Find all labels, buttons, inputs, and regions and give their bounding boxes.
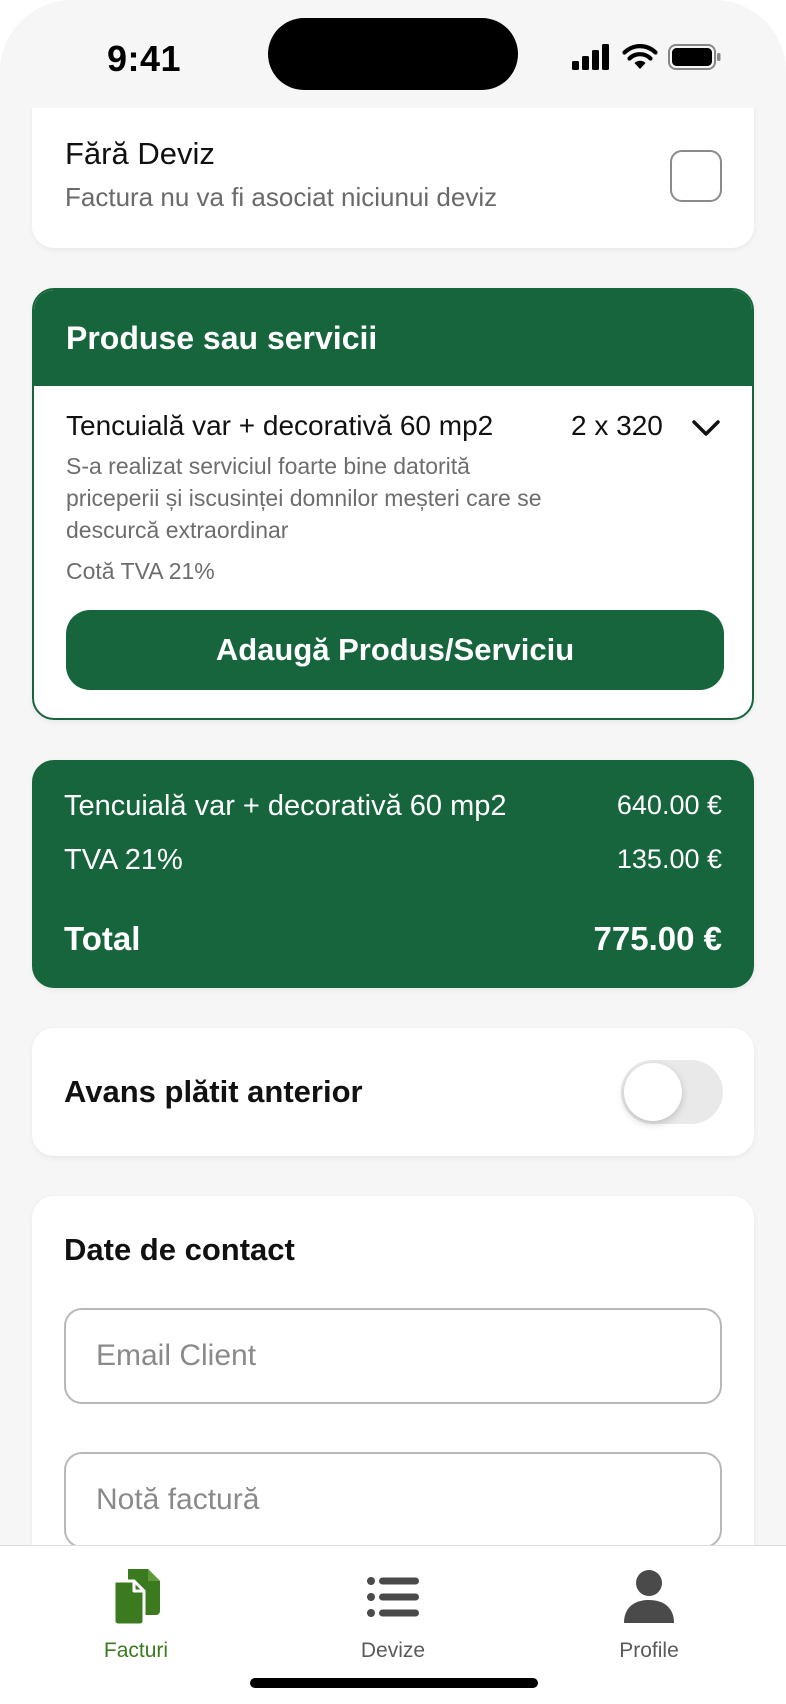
- invoice-note-field[interactable]: [64, 1452, 722, 1545]
- scroll-content[interactable]: Fără Deviz Factura nu va fi asociat nici…: [0, 0, 786, 1545]
- advance-toggle[interactable]: [621, 1060, 723, 1124]
- home-indicator: [250, 1678, 538, 1688]
- tab-devize[interactable]: Devize: [303, 1567, 483, 1663]
- summary-vat-label: TVA 21%: [64, 844, 183, 876]
- status-icons: [572, 44, 722, 70]
- tab-label-profile: Profile: [619, 1639, 679, 1662]
- no-estimate-title: Fără Deviz: [65, 136, 215, 171]
- cellular-signal-icon: [572, 44, 609, 70]
- battery-icon: [668, 44, 721, 70]
- summary-total-row: Total 775.00 €: [64, 920, 722, 958]
- product-item-name: Tencuială var + decorativă 60 mp2: [66, 410, 494, 441]
- email-client-field[interactable]: [64, 1308, 722, 1404]
- toggle-knob: [624, 1063, 682, 1121]
- summary-line-value: 640.00 €: [616, 790, 722, 820]
- summary-total-value: 775.00 €: [593, 920, 722, 957]
- no-estimate-card[interactable]: Fără Deviz Factura nu va fi asociat nici…: [32, 90, 754, 248]
- contact-title: Date de contact: [64, 1232, 295, 1267]
- phone-screen: Fără Deviz Factura nu va fi asociat nici…: [0, 0, 786, 1704]
- products-header: Produse sau servicii: [34, 290, 752, 386]
- advance-card: Avans plătit anterior: [32, 1028, 754, 1156]
- person-icon: [624, 1570, 674, 1623]
- dynamic-island: [268, 18, 518, 90]
- products-header-title: Produse sau servicii: [66, 320, 378, 356]
- summary-line-row: Tencuială var + decorativă 60 mp2 640.00…: [64, 790, 722, 823]
- tab-label-facturi: Facturi: [103, 1639, 169, 1662]
- summary-total-label: Total: [64, 920, 141, 957]
- status-time: 9:41: [107, 38, 182, 79]
- status-bar: 9:41: [0, 0, 786, 108]
- product-item-description: S-a realizat serviciul foarte bine dator…: [66, 453, 542, 543]
- tab-label-devize: Devize: [360, 1639, 426, 1662]
- summary-card: Tencuială var + decorativă 60 mp2 640.00…: [32, 760, 754, 988]
- products-card: Produse sau servicii Tencuială var + dec…: [32, 288, 754, 720]
- chevron-down-icon[interactable]: [689, 414, 723, 440]
- tab-facturi[interactable]: Facturi: [46, 1567, 226, 1663]
- product-item-vat: Cotă TVA 21%: [66, 558, 215, 584]
- summary-vat-value: 135.00 €: [616, 844, 722, 874]
- no-estimate-subtitle: Factura nu va fi asociat niciunui deviz: [65, 182, 498, 212]
- summary-line-label: Tencuială var + decorativă 60 mp2: [64, 790, 507, 822]
- advance-label: Avans plătit anterior: [64, 1074, 363, 1109]
- summary-vat-row: TVA 21% 135.00 €: [64, 844, 722, 877]
- wifi-icon: [622, 44, 658, 69]
- documents-icon: [112, 1569, 160, 1627]
- add-product-button[interactable]: Adaugă Produs/Serviciu: [66, 610, 724, 690]
- product-item-quantity: 2 x 320: [571, 410, 663, 441]
- no-estimate-checkbox[interactable]: [670, 150, 722, 202]
- tab-profile[interactable]: Profile: [559, 1567, 739, 1663]
- contact-card: Date de contact: [32, 1196, 754, 1545]
- list-icon: [367, 1577, 419, 1617]
